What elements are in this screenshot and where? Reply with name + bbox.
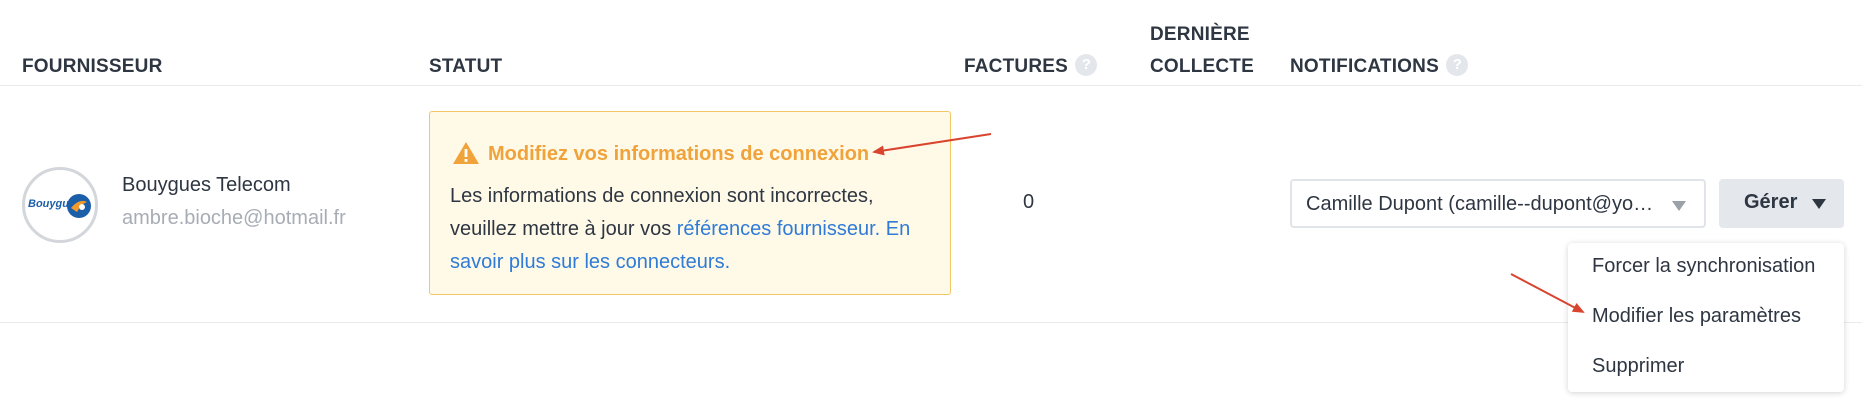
header-provider: FOURNISSEUR <box>22 56 163 77</box>
manage-button-label: Gérer <box>1744 191 1798 213</box>
menu-item-delete[interactable]: Supprimer <box>1592 355 1684 378</box>
provider-logo: Bouygues <box>22 167 98 243</box>
caret-down-icon <box>1672 201 1686 211</box>
header-last-collect: DERNIÈRE COLLECTE <box>1150 19 1254 83</box>
question-circle-icon[interactable]: ? <box>1075 53 1098 76</box>
manage-button[interactable]: Gérer <box>1719 179 1844 228</box>
header-last-collect-line2: COLLECTE <box>1150 56 1254 77</box>
header-divider <box>0 85 1862 86</box>
provider-logo-mark <box>67 194 91 218</box>
header-notifications: NOTIFICATIONS ? <box>1290 51 1469 83</box>
alert-title: Modifiez vos informations de connexion <box>488 143 870 165</box>
header-invoices: FACTURES ? <box>964 51 1098 83</box>
header-notifications-label: NOTIFICATIONS <box>1290 56 1439 77</box>
notification-recipient-value: Camille Dupont (camille--dupont@yop… <box>1306 193 1656 215</box>
question-circle-icon[interactable]: ? <box>1446 53 1469 76</box>
menu-item-edit-settings[interactable]: Modifier les paramètres <box>1592 305 1801 328</box>
provider-email: ambre.bioche@hotmail.fr <box>122 207 346 229</box>
provider-name: Bouygues Telecom <box>122 174 291 196</box>
header-status: STATUT <box>429 56 503 77</box>
provider-references-link[interactable]: références fournisseur. <box>677 218 880 240</box>
status-alert: Modifiez vos informations de connexion L… <box>429 111 951 295</box>
invoices-count: 0 <box>1023 191 1035 213</box>
caret-down-icon <box>1812 199 1826 209</box>
notification-recipient-select[interactable]: Camille Dupont (camille--dupont@yop… <box>1290 179 1706 228</box>
header-invoices-label: FACTURES <box>964 56 1068 77</box>
manage-dropdown-menu: Forcer la synchronisation Modifier les p… <box>1568 243 1844 392</box>
warning-triangle-icon <box>453 142 479 164</box>
menu-item-force-sync[interactable]: Forcer la synchronisation <box>1592 255 1815 278</box>
header-last-collect-line1: DERNIÈRE <box>1150 24 1250 45</box>
alert-body: Les informations de connexion sont incor… <box>450 180 934 279</box>
